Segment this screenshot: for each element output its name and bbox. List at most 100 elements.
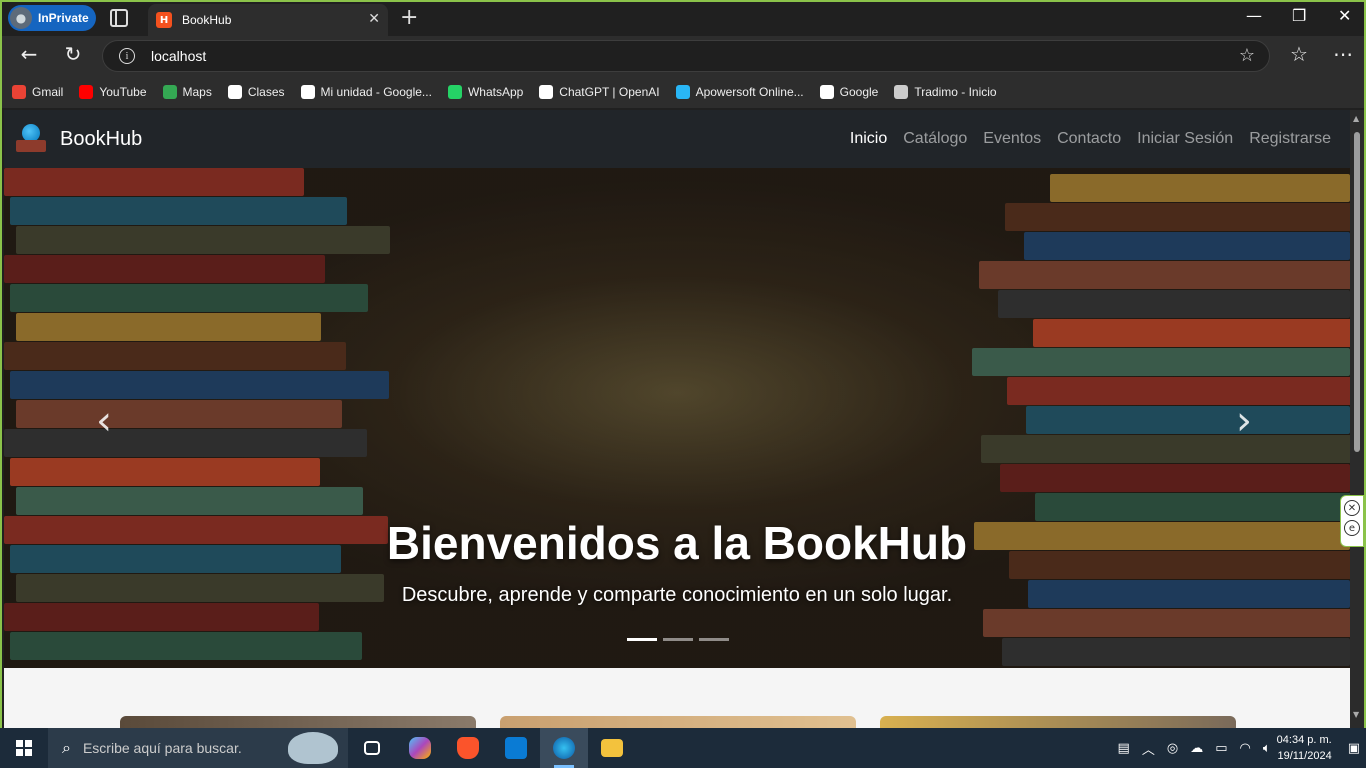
clock-date: 19/11/2024 xyxy=(1277,750,1332,762)
address-toolbar: ← ↻ i localhost ☆ ☆ ⋯ xyxy=(2,36,1364,76)
carousel-next-icon[interactable]: › xyxy=(1236,398,1252,444)
volume-icon[interactable]: 🔈︎ xyxy=(1263,741,1271,756)
clock[interactable]: 04:34 p. m. 19/11/2024 xyxy=(1277,732,1332,764)
book-spine-decoration xyxy=(1002,638,1350,666)
book-spine-decoration xyxy=(4,255,325,283)
bookmark-item[interactable]: Tradimo - Inicio xyxy=(894,85,997,99)
close-tab-icon[interactable]: ✕ xyxy=(368,11,380,27)
search-icon: ⌕ xyxy=(62,738,71,757)
scroll-thumb[interactable] xyxy=(1354,132,1360,452)
bookmark-item[interactable]: Clases xyxy=(227,85,285,99)
nav-eventos[interactable]: Eventos xyxy=(983,130,1041,148)
book-spine-decoration xyxy=(4,168,304,196)
bookmark-label: Tradimo - Inicio xyxy=(914,85,997,99)
google-icon xyxy=(227,85,242,99)
side-extension-widget[interactable]: ✕ e xyxy=(1340,495,1364,547)
task-view-icon[interactable] xyxy=(348,728,396,768)
bookmark-item[interactable]: Apowersoft Online... xyxy=(675,85,804,99)
whatsapp-icon xyxy=(447,85,462,99)
carousel-indicators xyxy=(627,638,735,641)
close-circle-icon[interactable]: ✕ xyxy=(1344,500,1360,516)
bookmark-item[interactable]: Mi unidad - Google... xyxy=(300,85,432,99)
notifications-icon[interactable]: ▣ xyxy=(1348,741,1360,756)
tab-bookhub[interactable]: H BookHub ✕ xyxy=(148,4,388,36)
book-spine-decoration xyxy=(998,290,1350,318)
book-spine-decoration xyxy=(4,603,319,631)
card-image[interactable] xyxy=(500,716,856,728)
bookmarks-bar: Gmail YouTube Maps Clases Mi unidad - Google… xyxy=(2,76,1364,108)
apowersoft-icon xyxy=(675,85,690,99)
nav-catalogo[interactable]: Catálogo xyxy=(903,130,967,148)
bookmark-label: WhatsApp xyxy=(467,85,524,99)
bookhub-logo[interactable] xyxy=(16,124,46,154)
file-explorer-icon[interactable] xyxy=(588,728,636,768)
book-spine-decoration xyxy=(972,348,1350,376)
gmail-icon xyxy=(12,85,26,99)
book-spine-decoration xyxy=(1050,174,1350,202)
bookmark-item[interactable]: ChatGPT | OpenAI xyxy=(539,85,660,99)
taskbar-search[interactable]: ⌕ Escribe aquí para buscar. xyxy=(48,728,348,768)
page-scrollbar[interactable]: ▲ ▼ xyxy=(1350,110,1364,728)
minimize-icon[interactable]: — xyxy=(1246,6,1262,25)
scroll-up-icon[interactable]: ▲ xyxy=(1353,114,1359,123)
bookmark-label: Google xyxy=(839,85,879,99)
carousel-indicator[interactable] xyxy=(699,638,729,641)
new-tab-icon[interactable]: + xyxy=(400,5,418,30)
carousel-indicator[interactable] xyxy=(627,638,657,641)
search-highlight-image xyxy=(288,732,338,764)
book-spine-decoration xyxy=(4,429,367,457)
system-tray: ▤ ︿ ◎ ☁ ▭ ◠ 🔈︎ 04:34 p. m. 19/11/2024 ▣ xyxy=(1112,728,1366,768)
bookmark-item[interactable]: WhatsApp xyxy=(447,85,524,99)
extension-e-icon[interactable]: e xyxy=(1344,520,1360,536)
bookmark-label: Mi unidad - Google... xyxy=(320,85,432,99)
site-info-icon[interactable]: i xyxy=(119,48,135,64)
address-bar[interactable]: i localhost ☆ xyxy=(102,40,1270,72)
card-image[interactable] xyxy=(120,716,476,728)
start-button[interactable] xyxy=(0,728,48,768)
more-menu-icon[interactable]: ⋯ xyxy=(1328,42,1358,66)
carousel-indicator[interactable] xyxy=(663,638,693,641)
restore-icon[interactable]: ❐ xyxy=(1292,6,1306,25)
nav-iniciar-sesion[interactable]: Iniciar Sesión xyxy=(1137,130,1233,148)
brave-icon[interactable] xyxy=(444,728,492,768)
bookmark-label: ChatGPT | OpenAI xyxy=(559,85,660,99)
refresh-icon[interactable]: ↻ xyxy=(58,42,88,66)
book-spine-decoration xyxy=(16,313,321,341)
bookmark-item[interactable]: Gmail xyxy=(12,85,63,99)
maps-icon xyxy=(162,85,177,99)
book-spine-decoration xyxy=(1024,232,1350,260)
bookmark-item[interactable]: YouTube xyxy=(79,85,147,99)
battery-icon[interactable]: ▭ xyxy=(1215,741,1227,756)
nav-registrarse[interactable]: Registrarse xyxy=(1249,130,1331,148)
inprivate-label: InPrivate xyxy=(38,11,89,25)
card-image[interactable] xyxy=(880,716,1236,728)
meet-icon[interactable]: ◎ xyxy=(1167,741,1178,756)
bookmark-item[interactable]: Google xyxy=(819,85,879,99)
nav-inicio[interactable]: Inicio xyxy=(850,130,887,148)
onedrive-icon[interactable]: ☁ xyxy=(1190,741,1203,756)
nav-contacto[interactable]: Contacto xyxy=(1057,130,1121,148)
book-spine-decoration xyxy=(983,609,1350,637)
tab-title: BookHub xyxy=(182,13,232,27)
google-icon xyxy=(819,85,834,99)
book-spine-decoration xyxy=(1005,203,1350,231)
news-icon[interactable]: ▤ xyxy=(1118,741,1130,756)
close-window-icon[interactable]: ✕ xyxy=(1338,6,1351,25)
show-hidden-icons-icon[interactable]: ︿ xyxy=(1142,739,1155,758)
tab-bar: ● InPrivate H BookHub ✕ + — ❐ ✕ xyxy=(2,2,1364,36)
scroll-down-icon[interactable]: ▼ xyxy=(1353,710,1359,719)
favorites-icon[interactable]: ☆ xyxy=(1284,42,1314,66)
brand-name[interactable]: BookHub xyxy=(60,128,142,151)
carousel-prev-icon[interactable]: ‹ xyxy=(96,398,112,444)
copilot-icon[interactable] xyxy=(396,728,444,768)
edge-icon[interactable] xyxy=(540,728,588,768)
wifi-icon[interactable]: ◠ xyxy=(1240,741,1251,756)
back-icon[interactable]: ← xyxy=(14,42,44,66)
vertical-tabs-icon[interactable] xyxy=(110,9,128,27)
favorite-star-icon[interactable]: ☆ xyxy=(1239,45,1255,66)
vscode-icon[interactable] xyxy=(492,728,540,768)
inprivate-badge[interactable]: ● InPrivate xyxy=(8,5,96,31)
bookmark-item[interactable]: Maps xyxy=(162,85,212,99)
clock-time: 04:34 p. m. xyxy=(1276,734,1332,746)
book-spine-decoration xyxy=(10,371,389,399)
